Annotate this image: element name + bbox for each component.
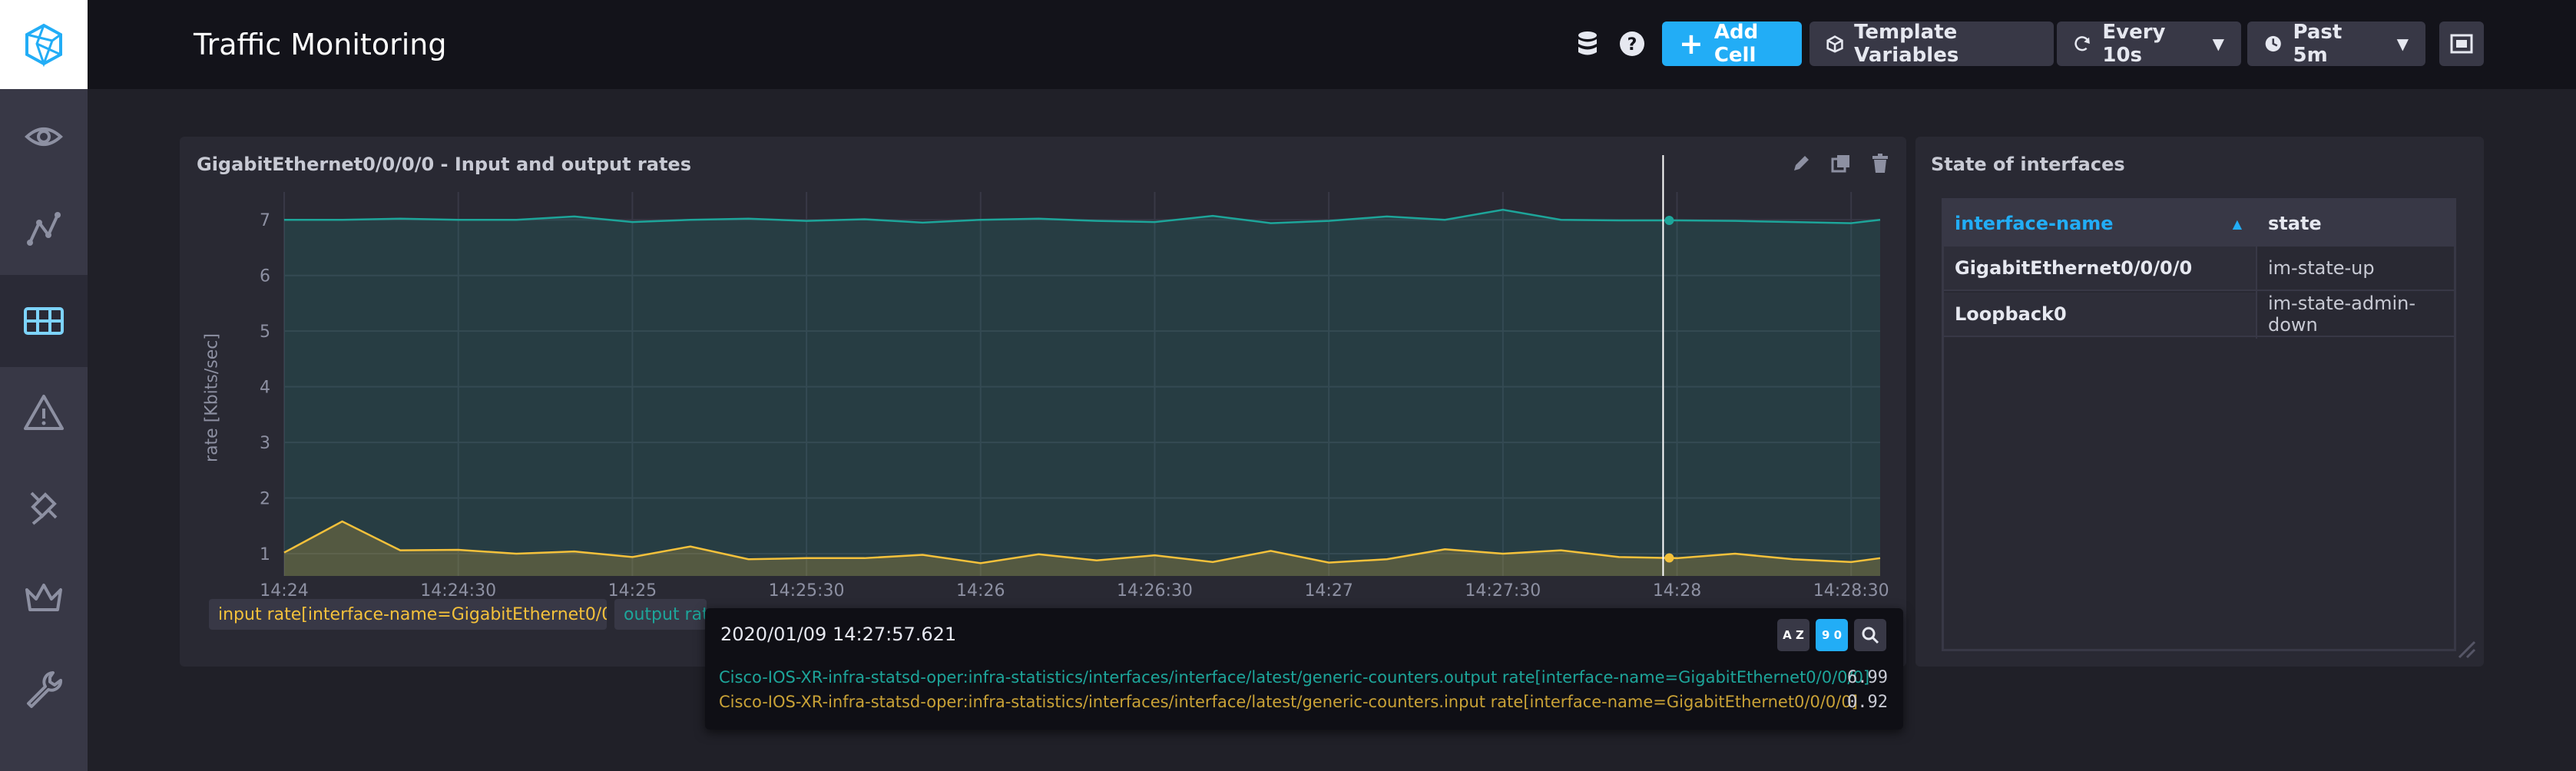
y-tick-label: 5 [260,323,270,342]
x-tick-label: 14:28 [1653,581,1701,601]
tooltip-search-button[interactable] [1854,619,1886,651]
time-range-dropdown[interactable]: Past 5m ▼ [2247,21,2425,67]
plugins-icon [30,491,58,525]
nav-item-graph[interactable] [0,183,88,275]
y-tick-label: 3 [260,434,270,453]
add-cell-label: Add Cell [1713,21,1759,67]
tooltip-series-input: Cisco-IOS-XR-infra-statsd-oper:infra-sta… [719,693,1858,711]
x-tick-label: 14:28:30 [1813,581,1889,601]
nav-item-explore[interactable] [0,91,88,183]
tooltip-timestamp: 2020/01/09 14:27:57.621 [720,624,957,645]
sort-numeric-button[interactable]: 9 0 [1816,619,1848,651]
clock-icon [2265,35,2281,52]
legend-input-rate[interactable]: input rate[interface-name=GigabitEtherne… [209,599,607,630]
logo-icon-graphic [25,23,62,67]
template-variables-button[interactable]: Template Variables [1809,21,2054,67]
graph-icon [27,212,61,246]
nav-item-admin[interactable] [0,551,88,644]
help-icon: ? [1620,31,1644,56]
refresh-icon [2074,36,2090,51]
y-tick-label: 1 [260,545,270,564]
refresh-interval-label: Every 10s [2102,21,2166,67]
sort-numeric-icon: 9 0 [1821,628,1843,642]
y-tick-label: 2 [260,490,270,509]
page-title: Traffic Monitoring [194,28,447,61]
eye-icon [25,127,63,146]
resize-handle-icon[interactable] [2456,639,2476,659]
column-header-state[interactable]: state [2257,200,2454,247]
column-header-interface-name[interactable]: interface-name ▲ [1944,200,2256,247]
x-tick-label: 14:27:30 [1465,581,1541,601]
series-area [284,210,1880,576]
plus-icon: + [1679,27,1704,61]
tooltip-value-input: 0.92 [1847,693,1888,712]
x-tick-label: 14:24:30 [420,581,496,601]
cube-icon [1826,35,1843,53]
column-divider [2256,200,2257,339]
chevron-down-icon: ▼ [2212,35,2224,53]
line-chart[interactable]: 1 2 3 4 5 6 7 14:24 14:24:30 14:25 14:25:30 14:26 14… [180,137,1906,613]
nav-item-config[interactable] [0,644,88,736]
database-button[interactable] [1565,22,1610,66]
cell-title: State of interfaces [1931,154,2125,175]
column-header-label: state [2268,213,2322,234]
svg-text:?: ? [1627,35,1637,55]
x-tick-label: 14:25:30 [769,581,845,601]
nav-item-alerts[interactable] [0,367,88,459]
wrench-icon [27,671,62,708]
fullscreen-button[interactable] [2439,22,2484,66]
chart-cell[interactable]: GigabitEthernet0/0/0/0 - Input and outpu… [180,137,1906,667]
dashboards-icon [24,307,64,335]
logo-icon[interactable] [0,0,88,89]
sort-alpha-icon: A Z [1783,628,1804,642]
help-button[interactable]: ? [1610,22,1654,66]
page-header: Traffic Monitoring ? + Add Cell Template… [88,0,2576,89]
database-icon [1578,31,1597,55]
y-tick-label: 4 [260,379,270,398]
nav-item-dashboards[interactable] [0,275,88,367]
x-tick-label: 14:25 [608,581,657,601]
tooltip-value-output: 6.99 [1847,668,1888,687]
time-range-label: Past 5m [2293,21,2343,67]
alert-icon [24,395,64,430]
refresh-interval-dropdown[interactable]: Every 10s ▼ [2057,21,2241,67]
template-variables-label: Template Variables [1854,21,1959,67]
chevron-down-icon: ▼ [2396,35,2409,53]
table-cell: im-state-admin-down [2257,293,2454,337]
table-cell: Loopback0 [1944,293,2256,337]
y-tick-label: 6 [260,267,270,286]
state-table: interface-name ▲ state GigabitEthernet0/… [1942,198,2456,651]
sidebar [0,0,88,771]
nav-item-plugins[interactable] [0,459,88,551]
column-header-label: interface-name [1955,213,2114,234]
hover-tooltip: 2020/01/09 14:27:57.621 A Z 9 0 Cisco-IO… [705,608,1903,730]
sort-asc-icon: ▲ [2232,216,2242,231]
x-tick-label: 14:26 [956,581,1005,601]
tooltip-series-output: Cisco-IOS-XR-infra-statsd-oper:infra-sta… [719,668,1870,687]
add-cell-button[interactable]: + Add Cell [1662,21,1802,67]
hover-point [1664,553,1674,563]
table-cell: GigabitEthernet0/0/0/0 [1944,247,2256,291]
fullscreen-icon [2450,34,2473,54]
sort-alpha-button[interactable]: A Z [1777,619,1809,651]
x-tick-label: 14:27 [1304,581,1353,601]
x-tick-label: 14:26:30 [1117,581,1193,601]
hover-point [1664,215,1674,225]
legend-output-rate[interactable]: output rate[interface-name=GigabitEthern… [614,599,707,630]
x-tick-label: 14:24 [260,581,308,601]
search-icon [1862,627,1879,644]
y-tick-label: 7 [260,211,270,230]
state-table-cell[interactable]: State of interfaces interface-name ▲ sta… [1915,137,2484,667]
crown-icon [25,584,62,611]
table-cell: im-state-up [2257,247,2454,291]
